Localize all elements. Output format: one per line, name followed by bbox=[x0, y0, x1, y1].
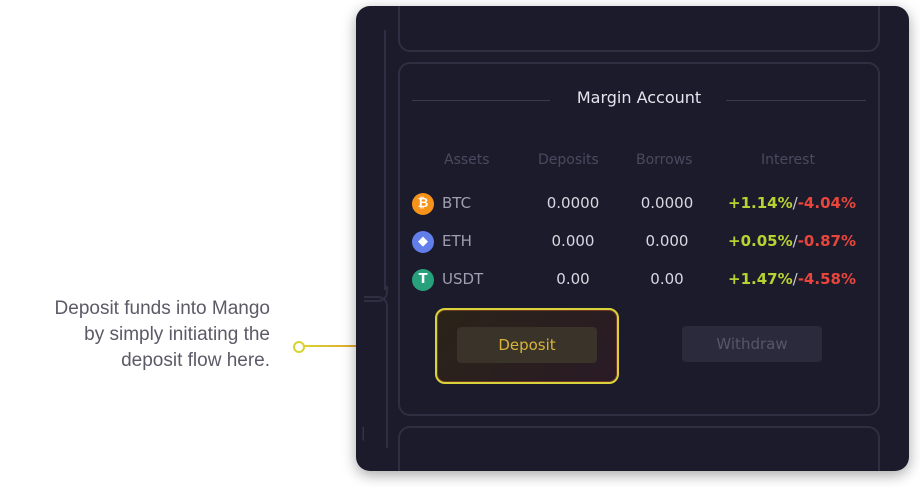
withdraw-button[interactable]: Withdraw bbox=[682, 326, 822, 362]
sidebar-divider bbox=[384, 30, 386, 290]
callout-line-2: by simply initiating the bbox=[84, 324, 270, 345]
interest-value: +0.05%/-0.87% bbox=[712, 232, 872, 250]
callout-anchor-dot bbox=[293, 341, 305, 353]
sidebar-fragment: | bbox=[361, 426, 366, 441]
table-row: ◆ ETH 0.000 0.000 +0.05%/-0.87% bbox=[400, 228, 878, 258]
card-below bbox=[398, 426, 880, 471]
tether-icon: T bbox=[412, 269, 434, 291]
header-interest: Interest bbox=[761, 152, 815, 168]
interest-deposit-rate: +0.05% bbox=[728, 232, 793, 250]
deposits-value: 0.000 bbox=[551, 232, 595, 250]
table-row: ₿ BTC 0.0000 0.0000 +1.14%/-4.04% bbox=[400, 190, 878, 220]
deposit-button[interactable]: Deposit bbox=[457, 327, 597, 363]
deposits-value: 0.00 bbox=[556, 270, 590, 288]
header-deposits: Deposits bbox=[538, 152, 599, 168]
bitcoin-icon: ₿ bbox=[412, 193, 434, 215]
title-rule-right bbox=[726, 100, 866, 101]
borrows-value: 0.0000 bbox=[640, 194, 694, 212]
asset-symbol: ETH bbox=[442, 232, 472, 250]
interest-deposit-rate: +1.14% bbox=[728, 194, 793, 212]
interest-value: +1.47%/-4.58% bbox=[712, 270, 872, 288]
interest-borrow-rate: -4.58% bbox=[797, 270, 856, 288]
margin-account-card: Margin Account Assets Deposits Borrows I… bbox=[398, 62, 880, 416]
deposits-value: 0.0000 bbox=[546, 194, 600, 212]
table-row: T USDT 0.00 0.00 +1.47%/-4.58% bbox=[400, 266, 878, 296]
card-above bbox=[398, 6, 880, 52]
card-header: Margin Account bbox=[412, 88, 866, 112]
callout-line-1: Deposit funds into Mango bbox=[54, 298, 270, 319]
deposit-highlight: Deposit bbox=[435, 308, 619, 384]
interest-value: +1.14%/-4.04% bbox=[712, 194, 872, 212]
asset-symbol: BTC bbox=[442, 194, 472, 212]
header-assets: Assets bbox=[444, 152, 490, 168]
card-title: Margin Account bbox=[576, 88, 702, 107]
asset-symbol: USDT bbox=[442, 270, 484, 288]
app-panel: | Margin Account Assets Deposits Borrows… bbox=[356, 6, 909, 471]
sidebar-divider-curve-lower bbox=[364, 296, 388, 448]
interest-borrow-rate: -4.04% bbox=[797, 194, 856, 212]
borrows-value: 0.00 bbox=[650, 270, 684, 288]
ethereum-icon: ◆ bbox=[412, 231, 434, 253]
interest-deposit-rate: +1.47% bbox=[728, 270, 793, 288]
interest-borrow-rate: -0.87% bbox=[797, 232, 856, 250]
header-borrows: Borrows bbox=[636, 152, 693, 168]
callout-line-3: deposit flow here. bbox=[121, 350, 270, 371]
callout-text: Deposit funds into Mango by simply initi… bbox=[0, 296, 270, 374]
borrows-value: 0.000 bbox=[645, 232, 689, 250]
